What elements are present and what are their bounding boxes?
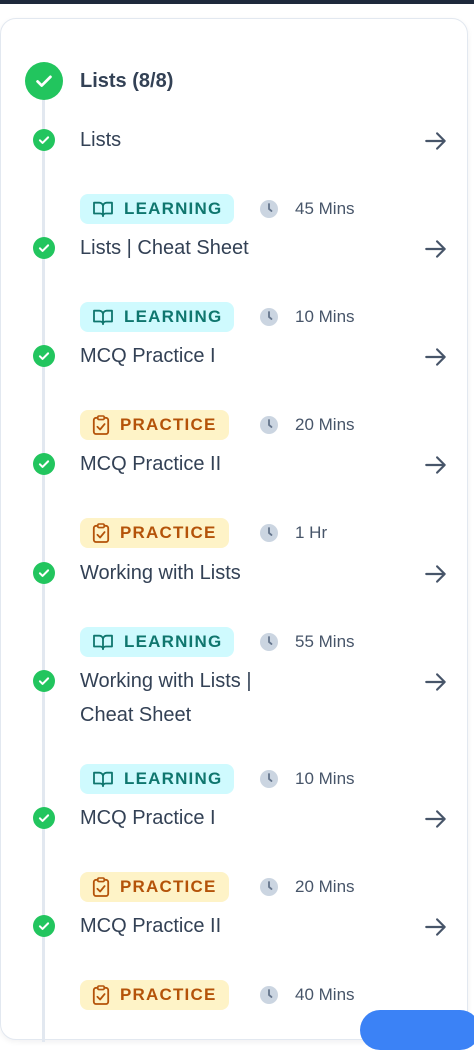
arrow-right-icon[interactable] — [423, 452, 449, 478]
learning-badge: LEARNING — [80, 764, 235, 794]
practice-badge: PRACTICE — [80, 410, 229, 440]
book-open-icon — [93, 634, 113, 651]
clipboard-check-icon — [92, 985, 110, 1005]
practice-badge: PRACTICE — [80, 980, 229, 1010]
clock-icon — [260, 308, 278, 326]
book-open-icon — [93, 309, 113, 326]
item-title[interactable]: MCQ Practice II — [80, 909, 380, 943]
complete-check-icon — [33, 915, 55, 937]
clipboard-check-icon — [92, 415, 110, 435]
arrow-right-icon[interactable] — [423, 806, 449, 832]
item-title[interactable]: MCQ Practice II — [80, 447, 380, 481]
learning-badge: LEARNING — [80, 194, 235, 224]
clock-icon — [260, 986, 278, 1004]
clipboard-check-icon — [92, 523, 110, 543]
clock-icon — [260, 416, 278, 434]
learning-badge: LEARNING — [80, 627, 235, 657]
complete-check-icon — [33, 562, 55, 584]
complete-check-icon — [33, 453, 55, 475]
item-title[interactable]: Working with Lists | Cheat Sheet — [80, 664, 280, 732]
book-open-icon — [93, 201, 113, 218]
badge-label: PRACTICE — [120, 415, 217, 434]
item-title[interactable]: MCQ Practice I — [80, 801, 380, 835]
learning-badge: LEARNING — [80, 302, 235, 332]
item-title[interactable]: Lists | Cheat Sheet — [80, 231, 380, 265]
help-button[interactable] — [360, 1010, 474, 1050]
complete-check-icon — [33, 807, 55, 829]
badge-label: PRACTICE — [120, 985, 217, 1004]
duration-text: 1 Hr — [295, 523, 328, 542]
clock-icon — [260, 524, 278, 542]
practice-badge: PRACTICE — [80, 872, 229, 902]
duration-text: 20 Mins — [295, 415, 355, 434]
duration-text: 40 Mins — [295, 985, 355, 1004]
duration-text: 10 Mins — [295, 769, 355, 788]
clock-icon — [260, 633, 278, 651]
badge-label: LEARNING — [124, 632, 223, 651]
arrow-right-icon[interactable] — [423, 914, 449, 940]
badge-label: PRACTICE — [120, 877, 217, 896]
complete-check-icon — [33, 129, 55, 151]
complete-check-icon — [33, 237, 55, 259]
clock-icon — [260, 878, 278, 896]
duration-text: 55 Mins — [295, 632, 355, 651]
duration-text: 45 Mins — [295, 199, 355, 218]
item-title[interactable]: Lists — [80, 123, 380, 157]
badge-label: LEARNING — [124, 769, 223, 788]
arrow-right-icon[interactable] — [423, 128, 449, 154]
module-header[interactable]: Lists (8/8) — [25, 62, 173, 100]
complete-check-icon — [33, 345, 55, 367]
clock-icon — [260, 770, 278, 788]
complete-check-icon — [33, 670, 55, 692]
duration-text: 10 Mins — [295, 307, 355, 326]
arrow-right-icon[interactable] — [423, 236, 449, 262]
badge-label: LEARNING — [124, 199, 223, 218]
badge-label: PRACTICE — [120, 523, 217, 542]
clock-icon — [260, 200, 278, 218]
arrow-right-icon[interactable] — [423, 344, 449, 370]
module-title: Lists (8/8) — [80, 69, 174, 92]
arrow-right-icon[interactable] — [423, 669, 449, 695]
book-open-icon — [93, 771, 113, 788]
practice-badge: PRACTICE — [80, 518, 229, 548]
top-edge-bar — [0, 0, 474, 4]
module-complete-check-icon — [25, 62, 63, 100]
clipboard-check-icon — [92, 877, 110, 897]
module-card: Lists (8/8) Lists LEARNING 45 Mins Lists… — [0, 18, 468, 1042]
item-title[interactable]: Working with Lists — [80, 556, 380, 590]
arrow-right-icon[interactable] — [423, 561, 449, 587]
duration-text: 20 Mins — [295, 877, 355, 896]
item-title[interactable]: MCQ Practice I — [80, 339, 380, 373]
badge-label: LEARNING — [124, 307, 223, 326]
